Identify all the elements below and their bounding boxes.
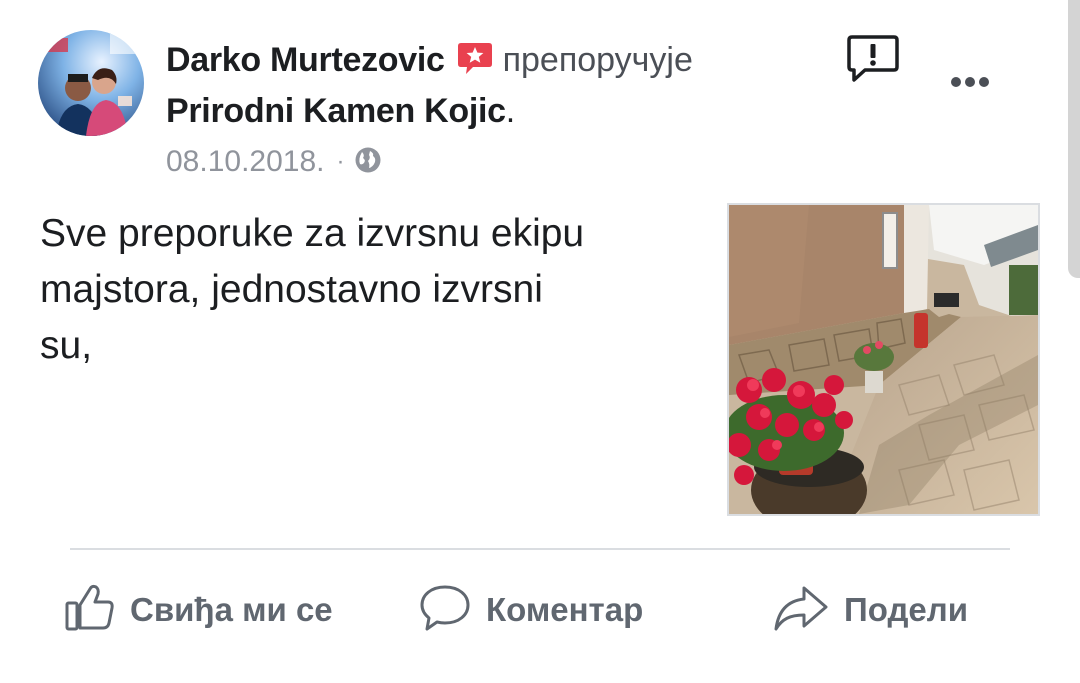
scrollbar-edge[interactable] bbox=[1068, 0, 1080, 278]
like-button[interactable]: Свиђа ми се bbox=[64, 570, 333, 650]
share-arrow-icon bbox=[772, 583, 830, 638]
more-options-button[interactable] bbox=[944, 62, 996, 102]
report-button[interactable] bbox=[846, 34, 900, 84]
share-button[interactable]: Подели bbox=[772, 570, 968, 650]
header-period: . bbox=[505, 91, 516, 130]
post-body-line: su, bbox=[40, 324, 93, 367]
like-label: Свиђа ми се bbox=[130, 591, 333, 628]
more-icon bbox=[951, 77, 989, 87]
recommendation-icon bbox=[457, 40, 493, 81]
share-label: Подели bbox=[844, 591, 968, 628]
post-photo[interactable] bbox=[727, 203, 1040, 516]
post-meta: 08.10.2018. · bbox=[166, 140, 382, 184]
post-header-line-2: Prirodni Kamen Kojic. bbox=[166, 88, 515, 134]
comment-label: Коментар bbox=[486, 591, 644, 628]
post-body: Sve preporuke za izvrsnu ekipu majstora,… bbox=[40, 206, 700, 374]
post-actions-bar: Свиђа ми се Коментар Подели bbox=[0, 570, 1080, 650]
report-icon bbox=[847, 35, 899, 82]
thumbs-up-icon bbox=[64, 583, 116, 638]
post-date[interactable]: 08.10.2018. bbox=[166, 145, 324, 179]
globe-icon bbox=[354, 146, 382, 179]
comment-button[interactable]: Коментар bbox=[418, 570, 643, 650]
page-name-link[interactable]: Prirodni Kamen Kojic bbox=[166, 92, 506, 131]
meta-separator: · bbox=[336, 148, 345, 175]
post-body-line: majstora, jednostavno izvrsni bbox=[40, 268, 543, 311]
comment-icon bbox=[418, 583, 472, 638]
post-header-line: Darko Murtezovic препоручује bbox=[166, 36, 693, 84]
author-name-link[interactable]: Darko Murtezovic bbox=[166, 41, 445, 80]
author-avatar[interactable] bbox=[38, 30, 144, 136]
post-body-line: Sve preporuke za izvrsnu ekipu bbox=[40, 212, 585, 255]
recommends-text: препоручује bbox=[502, 40, 693, 79]
divider bbox=[70, 548, 1010, 550]
